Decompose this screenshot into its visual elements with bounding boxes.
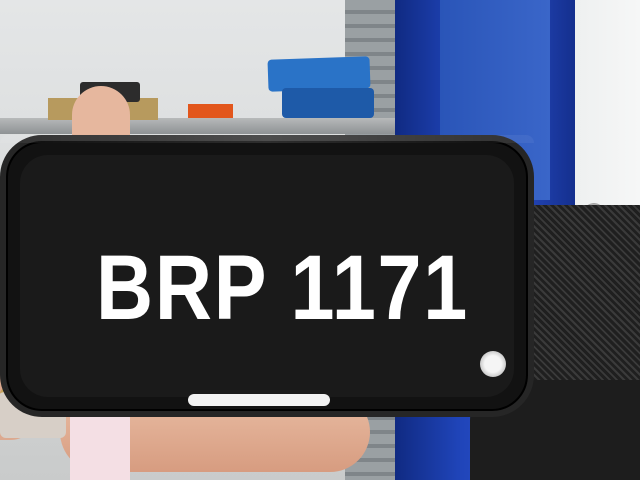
photo-scene: BRP 1171 bbox=[0, 0, 640, 480]
blue-package-lower bbox=[282, 88, 374, 118]
sleeve bbox=[70, 408, 130, 480]
phone-edge-glare bbox=[0, 135, 534, 143]
assistive-touch-icon[interactable] bbox=[480, 351, 506, 377]
shelf-plank bbox=[0, 118, 400, 134]
blue-package bbox=[267, 56, 371, 92]
plate-number-text: BRP 1171 bbox=[96, 237, 470, 339]
orange-item bbox=[188, 104, 233, 118]
smartphone: BRP 1171 bbox=[0, 135, 534, 417]
phone-screen: BRP 1171 bbox=[20, 155, 514, 406]
home-indicator-bar[interactable] bbox=[188, 394, 330, 406]
